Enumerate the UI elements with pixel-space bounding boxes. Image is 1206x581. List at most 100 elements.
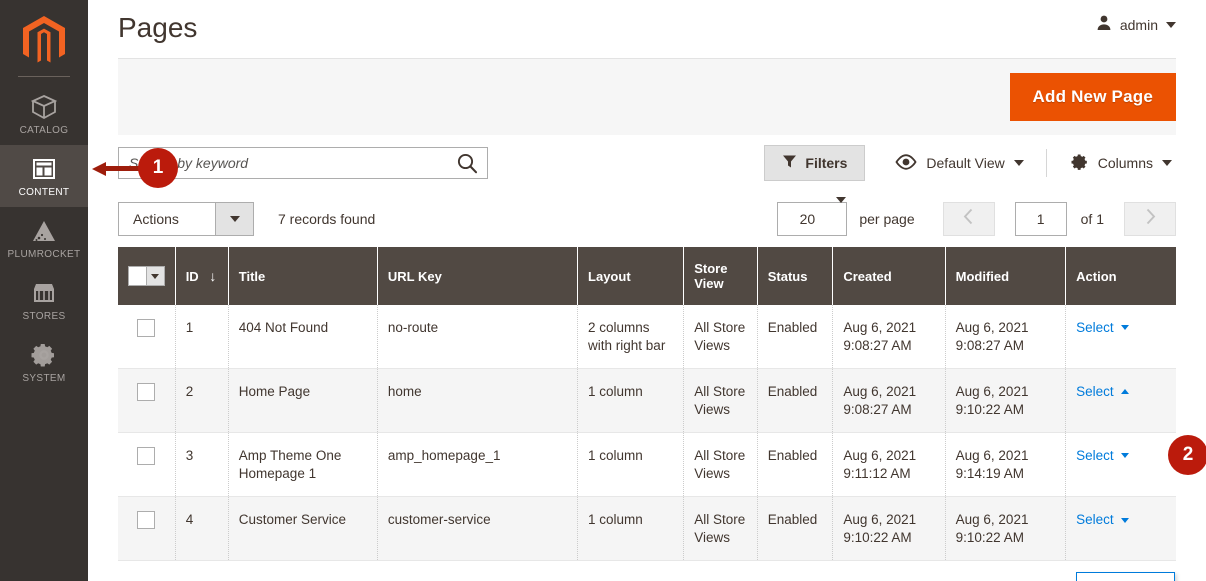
table-row[interactable]: 4 Customer Service customer-service 1 co… [118, 497, 1176, 561]
next-page-button[interactable] [1124, 202, 1176, 236]
column-header-layout[interactable]: Layout [578, 247, 684, 305]
select-all-checkbox[interactable] [128, 266, 146, 286]
table-row[interactable]: 1 404 Not Found no-route 2 columns with … [118, 305, 1176, 369]
per-page-dropdown[interactable]: 20 [777, 202, 847, 236]
sidebar-divider [18, 76, 70, 77]
cell-title: Home Page [228, 369, 377, 433]
magento-logo[interactable] [0, 10, 88, 72]
person-icon [1096, 14, 1112, 36]
action-menu-edit[interactable]: Edit [1077, 573, 1174, 581]
row-checkbox[interactable] [137, 319, 155, 337]
cell-modified: Aug 6, 2021 9:08:27 AM [945, 305, 1066, 369]
per-page-label: per page [859, 211, 914, 227]
chevron-down-icon[interactable] [836, 203, 846, 235]
cell-store-view: All Store Views [684, 433, 758, 497]
pages-grid: ID ↓ Title URL Key Layout Store View Sta… [118, 247, 1176, 561]
grid-toolbar-right: Filters Default View [764, 135, 1176, 191]
cell-created: Aug 6, 2021 9:11:12 AM [833, 433, 945, 497]
previous-page-button[interactable] [943, 202, 995, 236]
grid-header-row: ID ↓ Title URL Key Layout Store View Sta… [118, 247, 1176, 305]
sidebar-item-catalog[interactable]: CATALOG [0, 83, 88, 145]
table-row[interactable]: 2 Home Page home 1 column All Store View… [118, 369, 1176, 433]
toolbar-divider [1046, 149, 1047, 177]
row-action-select[interactable]: Select [1076, 447, 1129, 465]
store-icon [31, 279, 57, 307]
row-action-label: Select [1076, 383, 1114, 401]
cell-id: 3 [175, 433, 228, 497]
grid-toolbar-actions-row: Actions 7 records found 20 per page [118, 191, 1176, 247]
column-header-title[interactable]: Title [228, 247, 377, 305]
column-header-url-key[interactable]: URL Key [377, 247, 577, 305]
column-header-id[interactable]: ID ↓ [175, 247, 228, 305]
row-select-cell[interactable] [118, 497, 175, 561]
cell-created: Aug 6, 2021 9:08:27 AM [833, 305, 945, 369]
row-checkbox[interactable] [137, 447, 155, 465]
pagination: 20 per page of 1 [777, 191, 1176, 247]
filters-button[interactable]: Filters [764, 145, 865, 181]
default-view-control[interactable]: Default View [891, 146, 1027, 181]
row-action-select[interactable]: Select [1076, 319, 1129, 337]
cell-layout: 1 column [578, 433, 684, 497]
search-icon[interactable] [447, 148, 487, 178]
layout-icon [31, 155, 57, 183]
actions-dropdown-label: Actions [119, 203, 215, 235]
sidebar-item-plumrocket[interactable]: PLUMROCKET [0, 207, 88, 269]
cell-action[interactable]: Select [1066, 369, 1176, 433]
cell-modified: Aug 6, 2021 9:14:19 AM [945, 433, 1066, 497]
page-number-input[interactable] [1015, 202, 1067, 236]
row-action-select[interactable]: Select [1076, 511, 1129, 529]
row-select-cell[interactable] [118, 305, 175, 369]
grid-toolbar-search-row: Filters Default View [118, 135, 1176, 191]
add-new-page-button[interactable]: Add New Page [1010, 73, 1176, 121]
row-select-cell[interactable] [118, 369, 175, 433]
user-name: admin [1120, 17, 1158, 33]
cell-action[interactable]: Select [1066, 305, 1176, 369]
chevron-left-icon [963, 208, 974, 230]
sidebar-item-label: SYSTEM [22, 373, 65, 384]
column-header-created[interactable]: Created [833, 247, 945, 305]
row-select-cell[interactable] [118, 433, 175, 497]
cell-action[interactable]: Select [1066, 497, 1176, 561]
cell-title: Amp Theme One Homepage 1 [228, 433, 377, 497]
sidebar-item-stores[interactable]: STORES [0, 269, 88, 331]
page-header: Pages admin [88, 0, 1206, 58]
cell-status: Enabled [757, 369, 833, 433]
total-pages-label: of 1 [1081, 211, 1104, 227]
cell-created: Aug 6, 2021 9:10:22 AM [833, 497, 945, 561]
column-header-select-all[interactable] [118, 247, 175, 305]
grid-container: Filters Default View [118, 135, 1176, 561]
records-found-label: 7 records found [278, 211, 375, 227]
sidebar-item-label: CATALOG [20, 125, 69, 136]
cell-modified: Aug 6, 2021 9:10:22 AM [945, 369, 1066, 433]
arrow-left-icon [92, 162, 144, 174]
row-checkbox[interactable] [137, 383, 155, 401]
chevron-down-icon [1166, 22, 1176, 28]
row-checkbox[interactable] [137, 511, 155, 529]
grid-body: 1 404 Not Found no-route 2 columns with … [118, 305, 1176, 561]
table-row[interactable]: 3 Amp Theme One Homepage 1 amp_homepage_… [118, 433, 1176, 497]
chevron-down-icon [1121, 518, 1129, 523]
chevron-down-icon [1121, 325, 1129, 330]
chevron-down-icon [1121, 453, 1129, 458]
row-action-select-expanded[interactable]: Select [1076, 383, 1129, 401]
cell-url-key: home [377, 369, 577, 433]
user-menu[interactable]: admin [1096, 14, 1176, 36]
column-header-store-view[interactable]: Store View [684, 247, 758, 305]
sidebar-item-content[interactable]: CONTENT [0, 145, 88, 207]
cell-layout: 1 column [578, 497, 684, 561]
actions-dropdown[interactable]: Actions [118, 202, 254, 236]
cell-layout: 1 column [578, 369, 684, 433]
sidebar-item-label: STORES [22, 311, 65, 322]
column-header-modified[interactable]: Modified [945, 247, 1066, 305]
chevron-down-icon [1014, 160, 1024, 166]
cell-action[interactable]: Select [1066, 433, 1176, 497]
chevron-down-icon[interactable] [215, 203, 253, 235]
sidebar-item-system[interactable]: SYSTEM [0, 331, 88, 393]
column-header-status[interactable]: Status [757, 247, 833, 305]
select-all-dropdown-icon[interactable] [146, 266, 164, 286]
page-title: Pages [118, 12, 197, 44]
rocket-triangle-icon [30, 217, 58, 245]
page-actions-bar: Add New Page [118, 58, 1176, 135]
columns-control[interactable]: Columns [1065, 144, 1176, 183]
admin-page: CATALOG CONTENT [0, 0, 1206, 581]
